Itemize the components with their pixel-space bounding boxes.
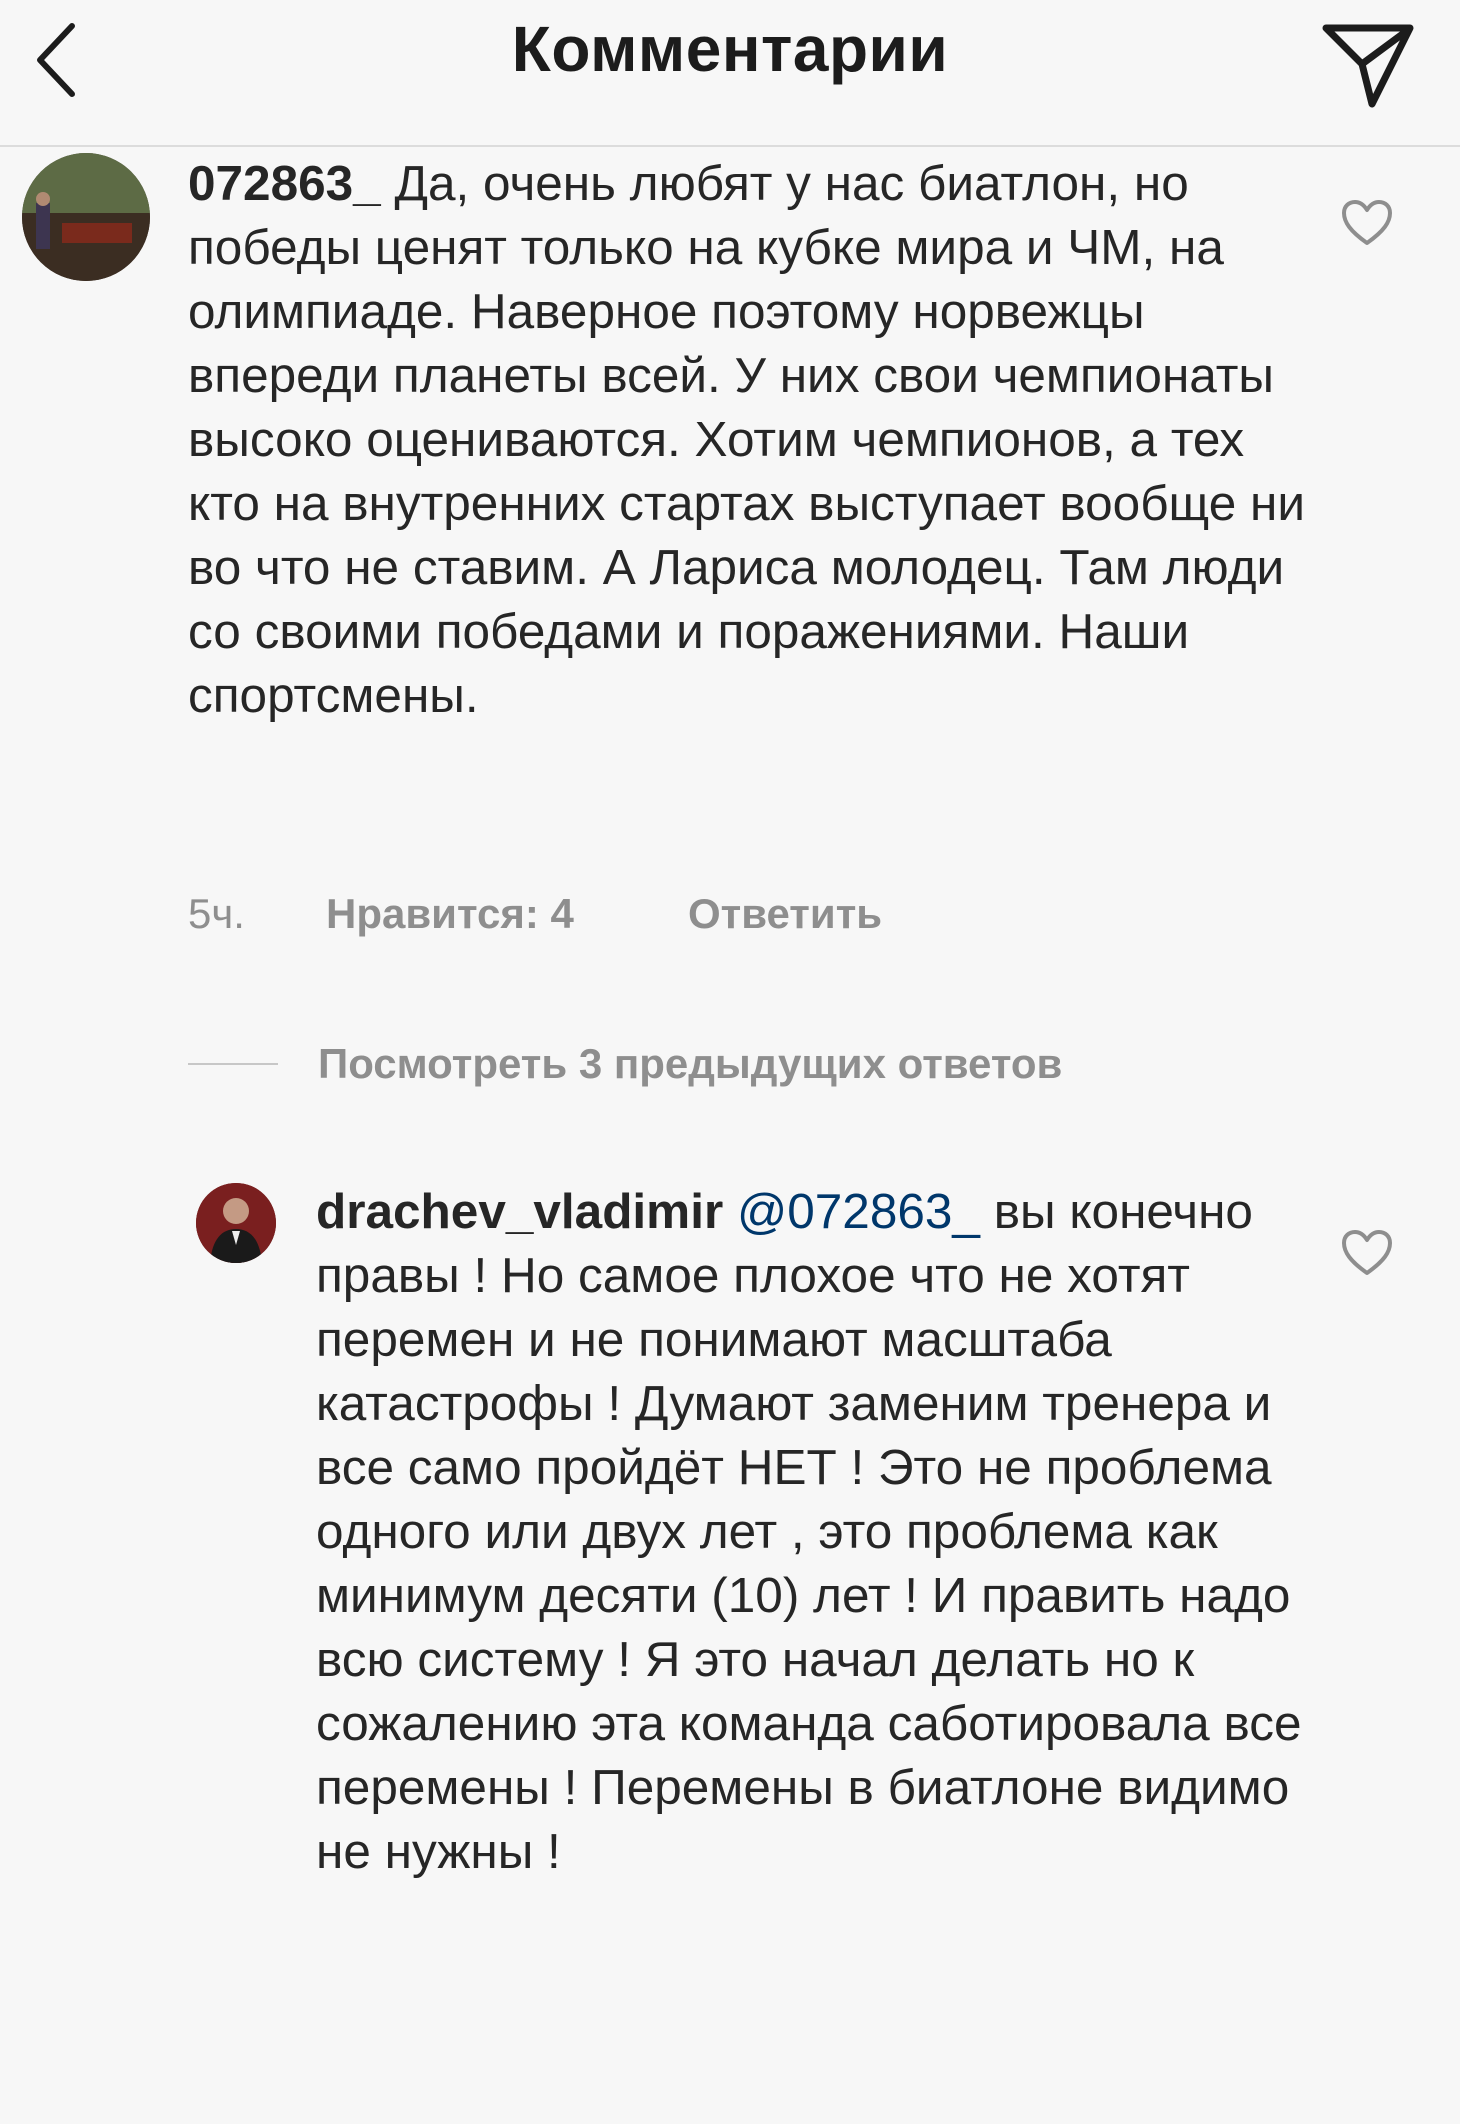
comment: 072863_ Да, очень любят у нас биатлон, н… [188, 152, 1308, 728]
send-button[interactable] [1318, 14, 1418, 114]
avatar-photo [22, 153, 150, 281]
reply-username[interactable]: drachev_vladimir [316, 1184, 723, 1239]
avatar[interactable] [196, 1183, 276, 1263]
comment-time: 5ч. [188, 890, 245, 937]
heart-icon [1342, 200, 1392, 245]
like-button[interactable] [1340, 198, 1394, 248]
avatar-photo [196, 1183, 276, 1263]
paper-plane-icon [1322, 24, 1414, 108]
reply-button[interactable]: Ответить [688, 890, 882, 938]
header: Комментарии [0, 0, 1460, 147]
view-previous-replies[interactable]: Посмотреть 3 предыдущих ответов [188, 1040, 1062, 1088]
reply-mention[interactable]: @072863_ [737, 1184, 980, 1239]
likes-count[interactable]: Нравится: 4 [326, 890, 688, 938]
comment-text: Да, очень любят у нас биатлон, но победы… [188, 156, 1305, 723]
view-replies-label: Посмотреть 3 предыдущих ответов [318, 1040, 1063, 1087]
avatar[interactable] [22, 153, 150, 281]
reply: drachev_vladimir @072863_ вы конечно пра… [316, 1180, 1316, 1884]
reply-text: вы конечно правы ! Но самое плохое что н… [316, 1184, 1302, 1879]
heart-icon [1342, 1230, 1392, 1275]
comment-username[interactable]: 072863_ [188, 156, 381, 211]
like-button[interactable] [1340, 1228, 1394, 1278]
comment-meta: 5ч. Нравится: 4 Ответить [188, 890, 882, 938]
page-title: Комментарии [511, 13, 949, 85]
divider-line [188, 1063, 278, 1065]
